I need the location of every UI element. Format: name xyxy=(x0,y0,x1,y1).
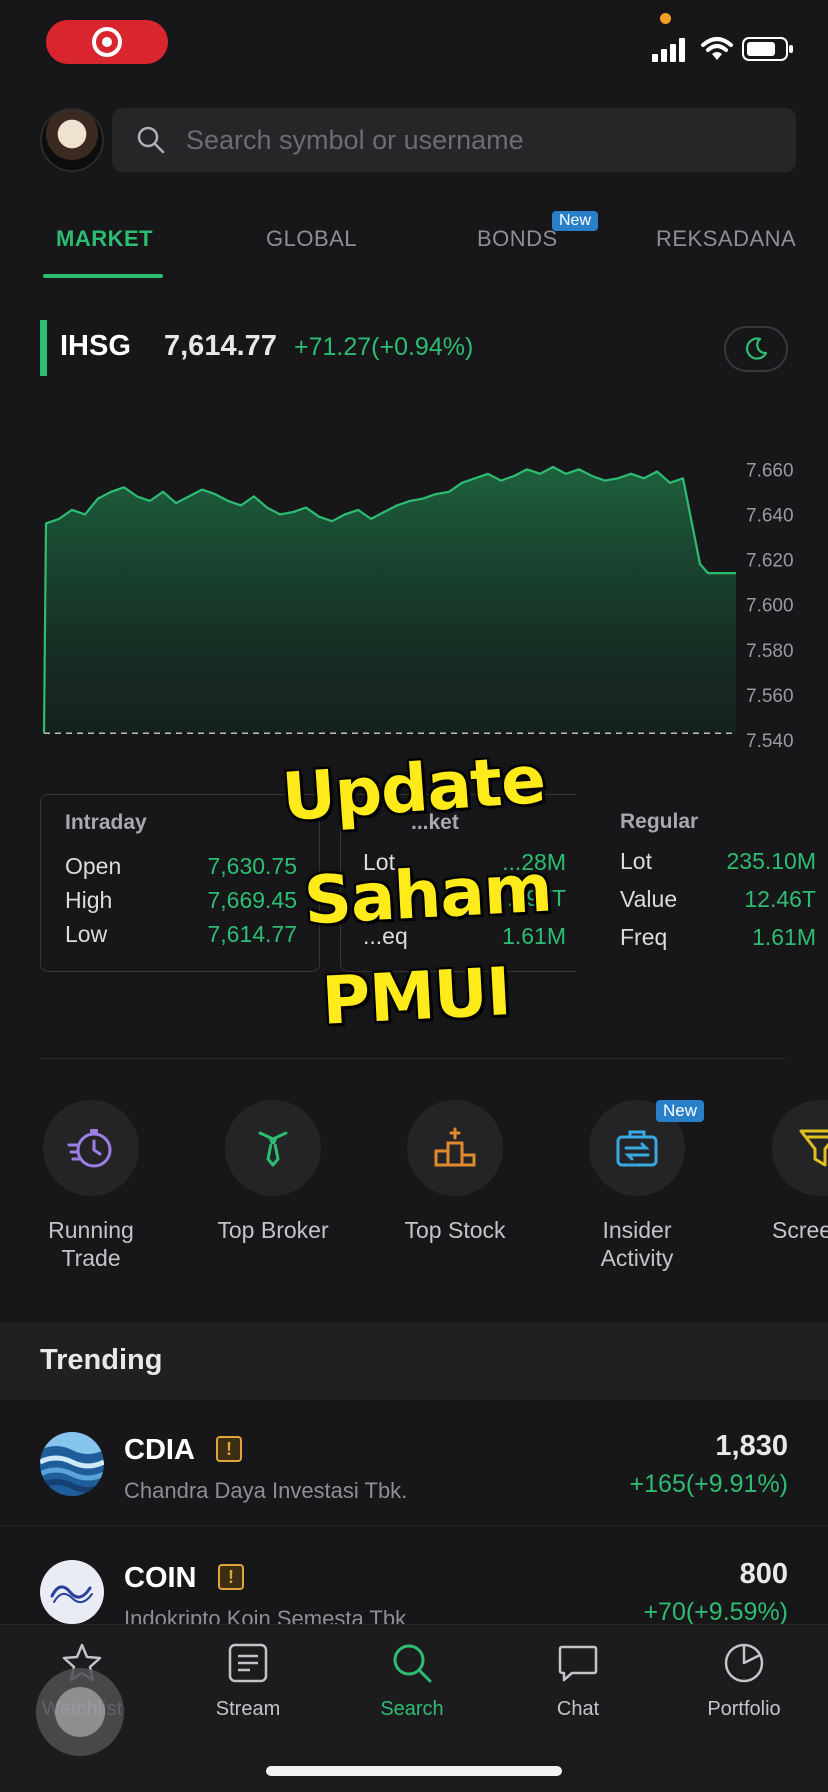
top-broker-icon xyxy=(258,1131,288,1167)
stock-change: +165(+9.91%) xyxy=(629,1470,788,1498)
chart-area-fill xyxy=(44,467,736,734)
privacy-indicator-dot xyxy=(660,13,671,24)
stat-value: 235.10M xyxy=(726,848,816,874)
nav-label: Stream xyxy=(215,1698,281,1720)
search-icon xyxy=(137,126,165,154)
moon-icon xyxy=(745,337,768,360)
stock-code: CDIA xyxy=(124,1434,195,1466)
theme-toggle-button[interactable] xyxy=(724,326,788,372)
stock-change: +70(+9.59%) xyxy=(643,1598,788,1626)
quick-menu-label: Top Stock xyxy=(404,1217,506,1243)
screen-record-icon xyxy=(92,27,122,57)
stat-label: Lot xyxy=(620,848,652,874)
overlay-text-line: Saham xyxy=(302,849,554,940)
quick-menu-top-stock[interactable]: Top Stock xyxy=(380,1100,530,1244)
nav-search[interactable]: Search xyxy=(342,1641,482,1721)
quick-menu-label: Insider Activity xyxy=(600,1217,674,1271)
index-value: 7,614.77 xyxy=(164,330,277,362)
chart-y-tick-label: 7.580 xyxy=(746,641,794,662)
tab-global[interactable]: GLOBAL xyxy=(266,226,357,252)
stock-logo xyxy=(40,1560,104,1624)
chart-y-tick-label: 7.660 xyxy=(746,460,794,481)
warning-badge: ! xyxy=(216,1436,242,1462)
overlay-text-line: PMUI xyxy=(320,953,513,1040)
stock-price: 800 xyxy=(739,1558,788,1590)
stat-label: High xyxy=(65,887,113,913)
stat-label: Open xyxy=(65,853,122,879)
stat-row: Freq 1.61M xyxy=(596,924,828,958)
tab-market[interactable]: MARKET xyxy=(56,226,153,252)
tab-reksadana[interactable]: REKSADANA xyxy=(656,226,796,252)
insider-activity-icon xyxy=(616,1130,658,1167)
stat-value: 12.46T xyxy=(744,886,816,912)
new-badge: New xyxy=(656,1100,705,1122)
stat-value: 1.61M xyxy=(752,924,816,950)
top-stock-icon xyxy=(434,1127,476,1167)
nav-label: Portfolio xyxy=(707,1698,781,1720)
trending-title: Trending xyxy=(40,1344,163,1376)
battery-icon xyxy=(742,37,793,61)
warning-badge: ! xyxy=(218,1564,244,1590)
trending-row[interactable]: CDIA ! Chandra Daya Investasi Tbk. 1,830… xyxy=(0,1400,828,1526)
stat-row: Low 7,614.77 xyxy=(41,921,319,955)
stock-name: Chandra Daya Investasi Tbk. xyxy=(124,1478,408,1503)
stat-value: 7,614.77 xyxy=(207,921,297,947)
stat-value: 7,669.45 xyxy=(207,887,297,913)
index-accent-bar xyxy=(40,320,47,376)
stat-label: Freq xyxy=(620,924,668,950)
section-divider xyxy=(40,1058,786,1059)
stream-icon xyxy=(228,1643,268,1683)
stat-row: High 7,669.45 xyxy=(41,887,319,921)
new-badge: New xyxy=(552,211,599,231)
index-chart[interactable]: 7.660 7.640 7.620 7.600 7.580 7.560 7.540 xyxy=(0,400,828,760)
stock-code: COIN xyxy=(124,1562,197,1594)
assistive-touch-button[interactable] xyxy=(36,1668,124,1756)
card-title-regular: Regular xyxy=(620,810,699,833)
stat-row: Lot 235.10M xyxy=(596,848,828,882)
index-name: IHSG xyxy=(60,330,131,362)
chart-y-tick-label: 7.540 xyxy=(746,731,794,752)
quick-menu-insider-activity[interactable]: Insider Activity xyxy=(562,1100,712,1272)
quick-menu-label: Top Broker xyxy=(217,1217,329,1243)
home-indicator[interactable] xyxy=(266,1766,562,1776)
screen-record-indicator[interactable] xyxy=(46,20,168,64)
stat-row: Open 7,630.75 xyxy=(41,853,319,887)
search-icon xyxy=(393,1644,432,1683)
chart-y-tick-label: 7.620 xyxy=(746,551,794,572)
stat-value: 7,630.75 xyxy=(207,853,297,879)
tab-active-indicator xyxy=(43,274,163,278)
cellular-signal-icon xyxy=(652,38,685,62)
card-title-intraday: Intraday xyxy=(65,811,147,834)
quick-menu-running-trade[interactable]: Running Trade xyxy=(16,1100,166,1272)
chart-y-tick-label: 7.640 xyxy=(746,505,794,526)
nav-label: Chat xyxy=(556,1698,600,1720)
stock-logo xyxy=(40,1432,104,1496)
stat-label: Low xyxy=(65,921,108,947)
screener-icon xyxy=(799,1129,828,1167)
quick-menu-screener[interactable]: Scree xyxy=(744,1100,828,1244)
quick-menu-label: Scree xyxy=(772,1217,828,1243)
tab-bonds[interactable]: BONDS xyxy=(477,226,558,252)
quick-menu-top-broker[interactable]: Top Broker xyxy=(198,1100,348,1244)
quick-menu-label: Running Trade xyxy=(48,1217,134,1271)
search-placeholder: Search symbol or username xyxy=(186,124,524,155)
chat-icon xyxy=(558,1645,598,1682)
chart-y-tick-label: 7.560 xyxy=(746,686,794,707)
portfolio-icon xyxy=(724,1643,764,1683)
regular-card: Regular Lot 235.10M Value 12.46T Freq 1.… xyxy=(596,794,828,972)
stock-price: 1,830 xyxy=(715,1430,788,1462)
intraday-card: Intraday Open 7,630.75 High 7,669.45 Low… xyxy=(40,794,320,972)
avatar[interactable] xyxy=(40,108,104,172)
nav-label: Search xyxy=(380,1698,444,1720)
index-change: +71.27(+0.94%) xyxy=(294,333,474,361)
running-trade-icon xyxy=(67,1129,112,1168)
nav-chat[interactable]: Chat xyxy=(508,1641,648,1721)
search-input[interactable]: Search symbol or username xyxy=(112,108,796,172)
wifi-icon xyxy=(701,37,733,60)
stat-row: Value 12.46T xyxy=(596,886,828,920)
chart-y-tick-label: 7.600 xyxy=(746,596,794,617)
nav-stream[interactable]: Stream xyxy=(178,1641,318,1721)
stat-label: Value xyxy=(620,886,678,912)
nav-portfolio[interactable]: Portfolio xyxy=(674,1641,814,1721)
